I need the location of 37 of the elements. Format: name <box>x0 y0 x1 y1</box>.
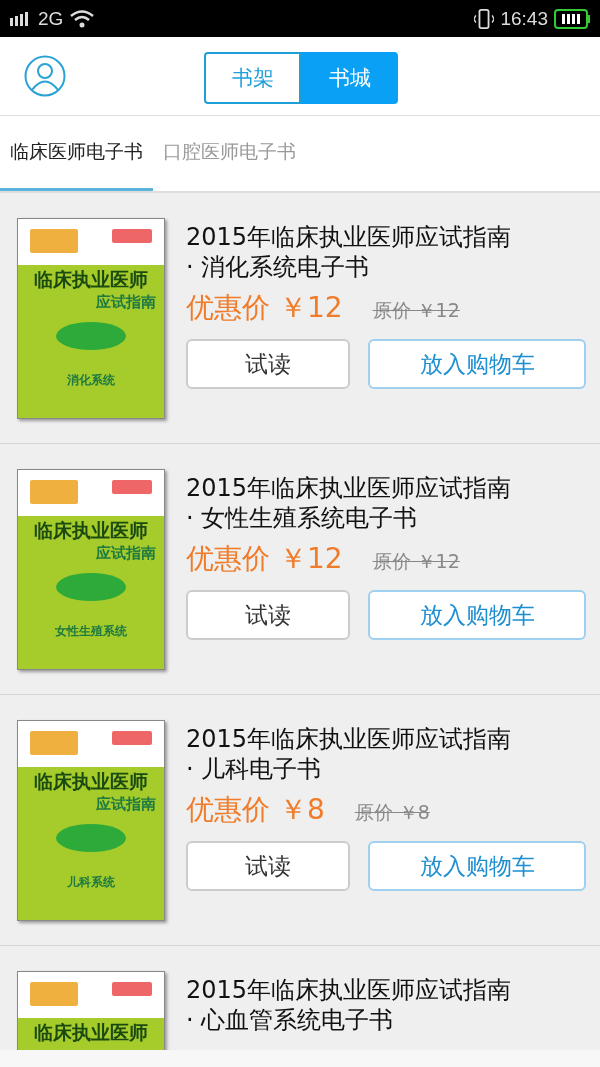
oval-drawing <box>56 573 126 601</box>
user-profile-icon[interactable] <box>24 55 66 97</box>
cover-subtitle: 应试指南 <box>96 795 156 814</box>
clock: 16:43 <box>500 7 548 30</box>
discount-price: 优惠价 ￥8 <box>186 792 325 828</box>
cover-series-label: 儿科系统 <box>67 874 115 891</box>
cover-title: 临床执业医师 <box>34 518 148 543</box>
oval-drawing <box>56 322 126 350</box>
cover-title: 临床执业医师 <box>34 769 148 794</box>
original-price: 原价 ￥12 <box>372 298 460 323</box>
trial-read-button[interactable]: 试读 <box>186 590 350 640</box>
discount-price: 优惠价 ￥12 <box>186 290 343 326</box>
add-to-cart-button[interactable]: 放入购物车 <box>368 841 586 891</box>
network-type: 2G <box>38 7 64 30</box>
segment-tab[interactable]: 书城 <box>301 52 398 104</box>
add-to-cart-button[interactable]: 放入购物车 <box>368 339 586 389</box>
cover-title: 临床执业医师 <box>34 1020 148 1045</box>
oval-drawing <box>56 824 126 852</box>
book-title: 2015年临床执业医师应试指南 · 消化系统电子书 <box>186 222 513 282</box>
book-title: 2015年临床执业医师应试指南 · 心血管系统电子书 <box>186 975 513 1035</box>
trial-read-button[interactable]: 试读 <box>186 339 350 389</box>
cover-subtitle: 应试指南 <box>96 293 156 312</box>
book-title: 2015年临床执业医师应试指南 · 女性生殖系统电子书 <box>186 473 513 533</box>
vibrate-icon <box>474 7 495 30</box>
discount-price: 优惠价 ￥12 <box>186 541 343 577</box>
battery-icon <box>554 8 590 29</box>
segment-tab[interactable]: 书架 <box>204 52 301 104</box>
trial-read-button[interactable]: 试读 <box>186 841 350 891</box>
add-to-cart-button[interactable]: 放入购物车 <box>368 590 586 640</box>
cover-series-label: 消化系统 <box>67 372 115 389</box>
wifi-icon <box>69 8 96 29</box>
original-price: 原价 ￥12 <box>372 549 460 574</box>
book-title: 2015年临床执业医师应试指南 · 儿科电子书 <box>186 724 513 784</box>
cover-series-label: 女性生殖系统 <box>55 623 127 640</box>
cover-subtitle: 应试指南 <box>96 544 156 563</box>
cover-title: 临床执业医师 <box>34 267 148 292</box>
original-price: 原价 ￥8 <box>354 800 430 825</box>
